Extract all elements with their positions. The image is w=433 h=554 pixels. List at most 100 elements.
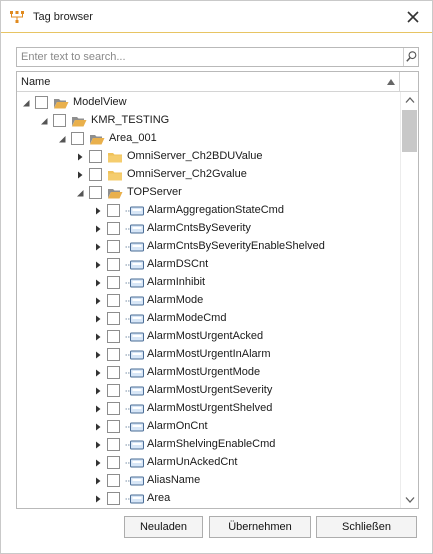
row-checkbox[interactable]: [71, 132, 84, 145]
folder-open-icon: [54, 99, 69, 109]
row-checkbox[interactable]: [107, 330, 120, 343]
close-dialog-button[interactable]: Schließen: [316, 516, 417, 538]
tree-row[interactable]: OmniServer_Ch2BDUValue: [17, 148, 400, 166]
tree-row-label: Area: [147, 492, 171, 504]
tree-row-label: AlarmDSCnt: [147, 258, 209, 270]
tag-icon: [125, 476, 144, 486]
row-checkbox[interactable]: [107, 402, 120, 415]
tag-icon: [125, 494, 144, 504]
expand-arrow-icon[interactable]: [93, 278, 103, 288]
tree-row[interactable]: AlarmMostUrgentMode: [17, 364, 400, 382]
expand-arrow-icon[interactable]: [93, 332, 103, 342]
tree-row-label: AlarmOnCnt: [147, 420, 208, 432]
tree-row-label: AlarmMostUrgentInAlarm: [147, 348, 271, 360]
tree-row[interactable]: ModelView: [17, 94, 400, 112]
tree-row[interactable]: Area: [17, 490, 400, 508]
tree-row[interactable]: AlarmMostUrgentSeverity: [17, 382, 400, 400]
vertical-scrollbar[interactable]: [400, 92, 418, 508]
scroll-up-icon[interactable]: [405, 96, 415, 104]
expand-arrow-icon[interactable]: [93, 350, 103, 360]
apply-button[interactable]: Übernehmen: [209, 516, 311, 538]
tree-row-label: ModelView: [73, 96, 127, 108]
row-checkbox[interactable]: [107, 348, 120, 361]
expand-arrow-icon[interactable]: [93, 386, 103, 396]
collapse-arrow-icon[interactable]: [57, 134, 67, 144]
collapse-arrow-icon[interactable]: [21, 98, 31, 108]
row-checkbox[interactable]: [107, 438, 120, 451]
tree-rows: ModelView KMR_TESTING Area_001 OmniServer_C…: [17, 92, 400, 508]
expand-arrow-icon[interactable]: [93, 368, 103, 378]
tree-row[interactable]: AlarmMostUrgentInAlarm: [17, 346, 400, 364]
tag-icon: [125, 350, 144, 360]
row-checkbox[interactable]: [53, 114, 66, 127]
tree-row[interactable]: AlarmMode: [17, 292, 400, 310]
folder-icon: [108, 171, 122, 181]
tree-row-label: AliasName: [147, 474, 201, 486]
tree-row[interactable]: KMR_TESTING: [17, 112, 400, 130]
tree-row-label: OmniServer_Ch2Gvalue: [127, 168, 247, 180]
expand-arrow-icon[interactable]: [93, 494, 103, 504]
tree-row-label: AlarmCntsBySeverity: [147, 222, 251, 234]
tag-icon: [125, 278, 144, 288]
close-icon[interactable]: [401, 5, 425, 29]
expand-arrow-icon[interactable]: [93, 260, 103, 270]
tree-row[interactable]: AliasName: [17, 472, 400, 490]
row-checkbox[interactable]: [107, 420, 120, 433]
tree-row[interactable]: AlarmMostUrgentShelved: [17, 400, 400, 418]
tree-row-label: TOPServer: [127, 186, 182, 198]
expand-arrow-icon[interactable]: [93, 296, 103, 306]
expand-arrow-icon[interactable]: [93, 476, 103, 486]
row-checkbox[interactable]: [107, 474, 120, 487]
tree-row[interactable]: AlarmShelvingEnableCmd: [17, 436, 400, 454]
row-checkbox[interactable]: [107, 204, 120, 217]
tree-row[interactable]: AlarmCntsBySeverityEnableShelved: [17, 238, 400, 256]
tree-row[interactable]: Area_001: [17, 130, 400, 148]
collapse-arrow-icon[interactable]: [39, 116, 49, 126]
expand-arrow-icon[interactable]: [93, 458, 103, 468]
tree-row-label: OmniServer_Ch2BDUValue: [127, 150, 263, 162]
tree-row[interactable]: TOPServer: [17, 184, 400, 202]
expand-arrow-icon[interactable]: [93, 224, 103, 234]
row-checkbox[interactable]: [89, 150, 102, 163]
expand-arrow-icon[interactable]: [93, 206, 103, 216]
reload-button[interactable]: Neuladen: [124, 516, 203, 538]
expand-arrow-icon[interactable]: [93, 404, 103, 414]
tree-row[interactable]: AlarmCntsBySeverity: [17, 220, 400, 238]
expand-arrow-icon[interactable]: [93, 314, 103, 324]
search-input[interactable]: [17, 48, 403, 66]
tag-icon: [125, 314, 144, 324]
row-checkbox[interactable]: [107, 492, 120, 505]
expand-arrow-icon[interactable]: [75, 152, 85, 162]
tree-row[interactable]: AlarmUnAckedCnt: [17, 454, 400, 472]
row-checkbox[interactable]: [107, 384, 120, 397]
row-checkbox[interactable]: [107, 312, 120, 325]
expand-arrow-icon[interactable]: [93, 242, 103, 252]
collapse-arrow-icon[interactable]: [75, 188, 85, 198]
tag-icon: [125, 440, 144, 450]
tree-row[interactable]: AlarmModeCmd: [17, 310, 400, 328]
scrollbar-thumb[interactable]: [402, 110, 417, 152]
scroll-down-icon[interactable]: [405, 496, 415, 504]
expand-arrow-icon[interactable]: [93, 422, 103, 432]
tree-row[interactable]: AlarmMostUrgentAcked: [17, 328, 400, 346]
tree-row[interactable]: AlarmInhibit: [17, 274, 400, 292]
row-checkbox[interactable]: [89, 186, 102, 199]
column-header-name[interactable]: Name: [21, 76, 50, 88]
expand-arrow-icon[interactable]: [93, 440, 103, 450]
tree-row[interactable]: AlarmDSCnt: [17, 256, 400, 274]
tree-row[interactable]: OmniServer_Ch2Gvalue: [17, 166, 400, 184]
row-checkbox[interactable]: [35, 96, 48, 109]
row-checkbox[interactable]: [107, 456, 120, 469]
tree-row[interactable]: AlarmAggregationStateCmd: [17, 202, 400, 220]
row-checkbox[interactable]: [107, 366, 120, 379]
row-checkbox[interactable]: [107, 240, 120, 253]
search-icon[interactable]: [403, 48, 419, 66]
row-checkbox[interactable]: [89, 168, 102, 181]
row-checkbox[interactable]: [107, 294, 120, 307]
row-checkbox[interactable]: [107, 258, 120, 271]
expand-arrow-icon[interactable]: [75, 170, 85, 180]
row-checkbox[interactable]: [107, 276, 120, 289]
column-header-row: Name: [17, 72, 418, 92]
row-checkbox[interactable]: [107, 222, 120, 235]
tree-row[interactable]: AlarmOnCnt: [17, 418, 400, 436]
